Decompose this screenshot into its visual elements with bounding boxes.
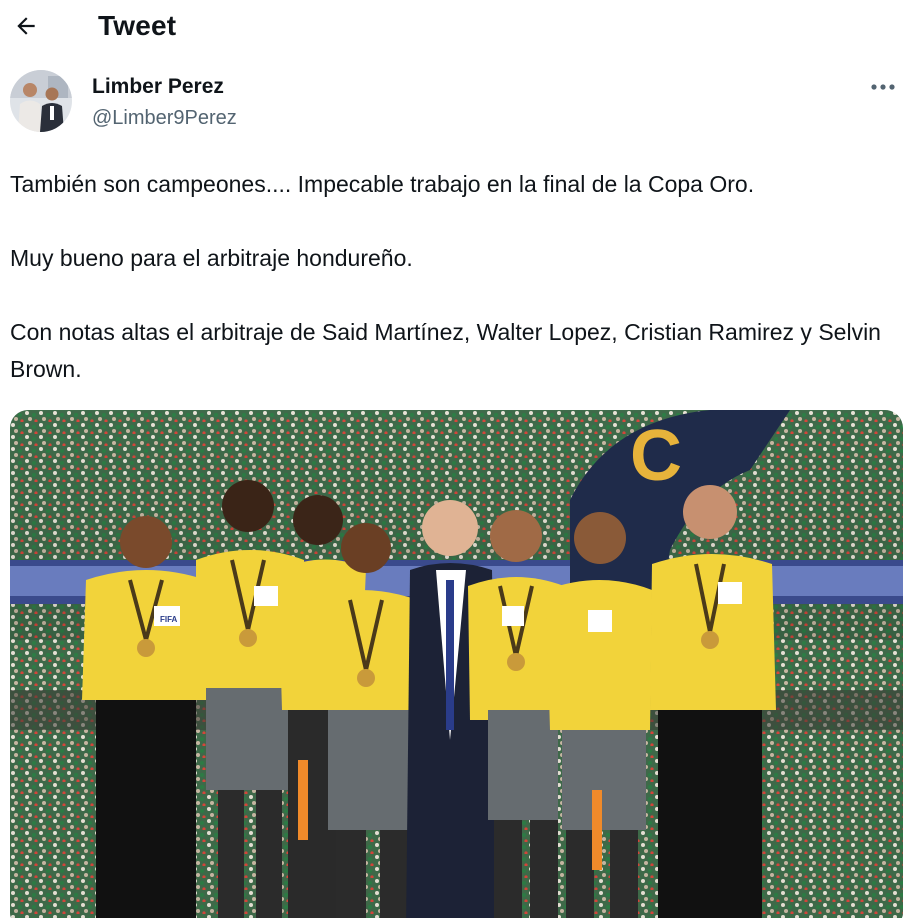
tweet-author: Limber Perez @Limber9Perez <box>10 70 900 136</box>
tweet-text: También son campeones.... Impecable trab… <box>10 166 902 388</box>
more-horizontal-icon <box>871 84 895 90</box>
author-handle[interactable]: @Limber9Perez <box>92 107 237 130</box>
author-display-name[interactable]: Limber Perez <box>92 75 224 99</box>
fifa-badge-text: FIFA <box>160 615 178 624</box>
more-options-button[interactable] <box>866 74 900 100</box>
stage-logo-glyph: C <box>630 416 682 496</box>
back-button[interactable] <box>8 8 44 44</box>
tweet-paragraph: También son campeones.... Impecable trab… <box>10 171 755 197</box>
tweet-media-photo[interactable]: C FIFA <box>10 410 903 918</box>
page-title: Tweet <box>98 10 177 41</box>
referees-photo: C FIFA <box>10 410 903 918</box>
tweet-paragraph: Con notas altas el arbitraje de Said Mar… <box>10 319 881 382</box>
tweet-paragraph: Muy bueno para el arbitraje hondureño. <box>10 245 413 271</box>
tweet-header: Tweet <box>0 0 910 56</box>
arrow-left-icon <box>17 17 35 35</box>
avatar[interactable] <box>10 70 72 132</box>
avatar-photo <box>10 70 72 132</box>
